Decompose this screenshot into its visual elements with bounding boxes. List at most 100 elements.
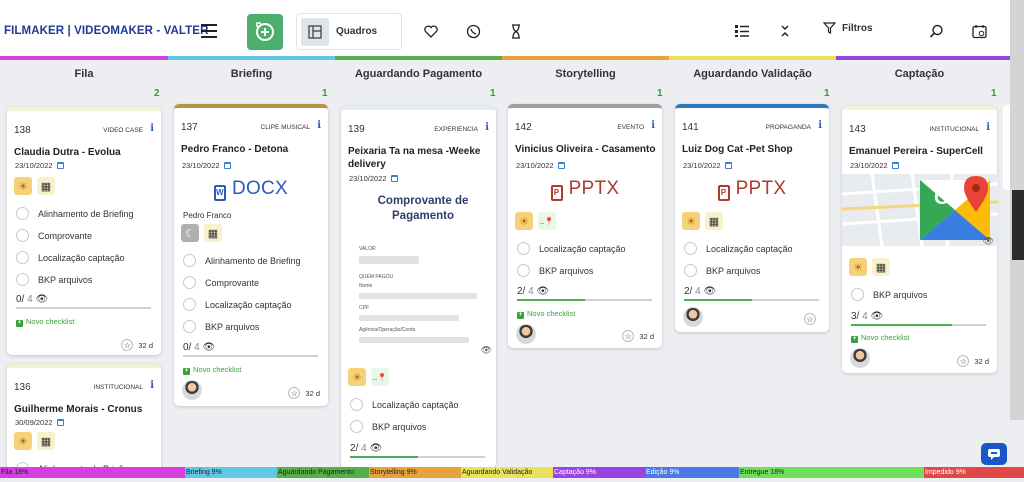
sun-icon[interactable]: ☀ [348,368,366,386]
checklist-item[interactable]: BKP arquivos [684,264,760,277]
checklist-item[interactable]: Alinhamento de Briefing [183,254,301,267]
new-checklist-link[interactable]: + Novo checklist [851,333,909,343]
status-segment-captacao[interactable]: Captação 9% [553,467,645,478]
collapse-icon[interactable] [776,22,794,40]
search-icon[interactable] [927,22,945,40]
eye-icon[interactable]: 👁 [983,236,994,247]
receipt-label: Agência/Operação/Conta [359,327,416,333]
checklist-item[interactable]: Localização captação [350,398,459,411]
avatar[interactable] [683,307,703,327]
docx-file-icon[interactable]: W DOCX [174,178,328,201]
card-category: INSTITUCIONAL [929,126,979,133]
status-segment-aguardando-pagamento[interactable]: Aguardando Pagamento [277,467,369,478]
board-icon [301,17,329,46]
info-icon[interactable]: i [651,120,655,131]
status-segment-storytelling[interactable]: Storytelling 9% [369,467,461,478]
calendar-icon [557,162,565,169]
info-icon[interactable]: i [317,120,321,131]
building-icon[interactable]: ▦ [37,432,55,450]
map-pin-icon[interactable]: .. 📍 [371,368,389,386]
building-icon[interactable]: ▦ [37,177,55,195]
card-143[interactable]: 143 INSTITUCIONAL i Emanuel Pereira - Su… [842,106,998,373]
calendar-icon[interactable] [970,22,988,40]
add-card-button[interactable] [247,14,283,50]
checklist-item[interactable]: Localização captação [16,251,125,264]
checklist-item[interactable]: Alinhamento de Briefing [16,207,134,220]
map-pin-icon[interactable]: .. 📍 [538,212,556,230]
building-icon[interactable]: ▦ [872,258,890,276]
sun-icon[interactable]: ☀ [14,177,32,195]
checklist-item[interactable]: BKP arquivos [183,320,259,333]
status-segment-aguardando-validacao[interactable]: Aguardando Validação [461,467,553,478]
checklist-item[interactable]: BKP arquivos [851,288,927,301]
card-number: 143 [849,124,866,135]
sun-icon[interactable]: ☀ [849,258,867,276]
moon-icon[interactable]: ☾ [181,224,199,242]
sun-icon[interactable]: ☀ [14,432,32,450]
star-icon[interactable]: ☆ [804,313,816,325]
hourglass-icon[interactable] [507,22,525,40]
info-icon[interactable]: i [150,123,154,134]
filters-button[interactable]: Filtros [823,22,873,34]
new-checklist-link[interactable]: + Novo checklist [517,309,575,319]
building-icon[interactable]: ▦ [705,212,723,230]
star-icon[interactable]: ☆ [957,355,970,367]
status-segment-edicao[interactable]: Edição 9% [645,467,739,478]
checklist-item[interactable]: Comprovante [183,276,259,289]
receipt-image[interactable]: Comprovante de Pagamento VALOR QUEM PAGO… [353,190,493,360]
pptx-file-icon[interactable]: P PPTX [508,178,662,201]
favorite-button[interactable]: ☆ [804,313,821,325]
card-badges: ☀ .. 📍 [348,368,389,386]
card-138[interactable]: 138 VIDEO CASE i Claudia Dutra - Evolua … [7,107,161,355]
checklist-item[interactable]: Localização captação [684,242,793,255]
info-icon[interactable]: i [485,122,489,133]
card-title: Emanuel Pereira - SuperCell [849,146,983,157]
avatar[interactable] [516,324,536,344]
card-137[interactable]: 137 CLIPE MUSICAL i Pedro Franco - Deton… [174,104,328,406]
checklist-progress: 0/ 4 👁 [16,294,49,305]
receipt-blur [359,315,459,321]
pptx-file-icon[interactable]: P PPTX [675,178,829,201]
star-icon[interactable]: ☆ [121,339,134,351]
menu-icon[interactable] [201,24,217,38]
heart-icon[interactable] [422,22,440,40]
checklist-item[interactable]: Comprovante [16,229,92,242]
scrollbar-thumb[interactable] [1012,190,1024,260]
avatar[interactable] [182,380,202,400]
info-icon[interactable]: i [150,380,154,391]
card-142[interactable]: 142 EVENTO i Vinicius Oliveira - Casamen… [508,104,662,348]
card-category: EXPERIENCIA [434,126,478,133]
whatsapp-icon[interactable] [464,22,482,40]
card-136[interactable]: 136 INSTITUCIONAL i Guilherme Morais - C… [7,364,161,475]
card-date: 23/10/2022 [683,161,732,170]
building-icon[interactable]: ▦ [204,224,222,242]
checklist-item[interactable]: BKP arquivos [350,420,426,433]
card-139[interactable]: 139 EXPERIENCIA i Peixaria Ta na mesa -W… [341,106,496,468]
google-maps-image[interactable]: G [842,174,998,246]
card-age: ☆ 32 d [622,330,654,342]
chat-button[interactable] [981,443,1007,465]
sun-icon[interactable]: ☀ [682,212,700,230]
card-141[interactable]: 141 PROPAGANDA i Luiz Dog Cat -Pet Shop … [675,104,829,332]
checklist-item[interactable]: Localização captação [183,298,292,311]
eye-icon[interactable]: 👁 [481,345,492,356]
checklist-item[interactable]: BKP arquivos [16,273,92,286]
status-segment-briefing[interactable]: Briefing 9% [185,467,277,478]
new-checklist-link[interactable]: + Novo checklist [183,365,241,375]
checklist-item[interactable]: BKP arquivos [517,264,593,277]
checklist-item[interactable]: Localização captação [517,242,626,255]
column-title-captacao: Captação [894,68,945,80]
status-segment-impedido[interactable]: Impedido 9% [924,467,1024,478]
status-segment-fila[interactable]: Fila 18% [0,467,185,478]
sun-icon[interactable]: ☀ [515,212,533,230]
quadros-button[interactable]: Quadros [296,13,402,50]
star-icon[interactable]: ☆ [622,330,635,342]
info-icon[interactable]: i [818,120,822,131]
star-icon[interactable]: ☆ [288,387,301,399]
new-checklist-link[interactable]: + Novo checklist [16,317,74,327]
list-view-icon[interactable] [733,22,751,40]
card-title: Luiz Dog Cat -Pet Shop [682,144,793,155]
avatar[interactable] [850,348,870,368]
status-segment-entregue[interactable]: Entregue 18% [739,467,924,478]
info-icon[interactable]: i [986,122,990,133]
